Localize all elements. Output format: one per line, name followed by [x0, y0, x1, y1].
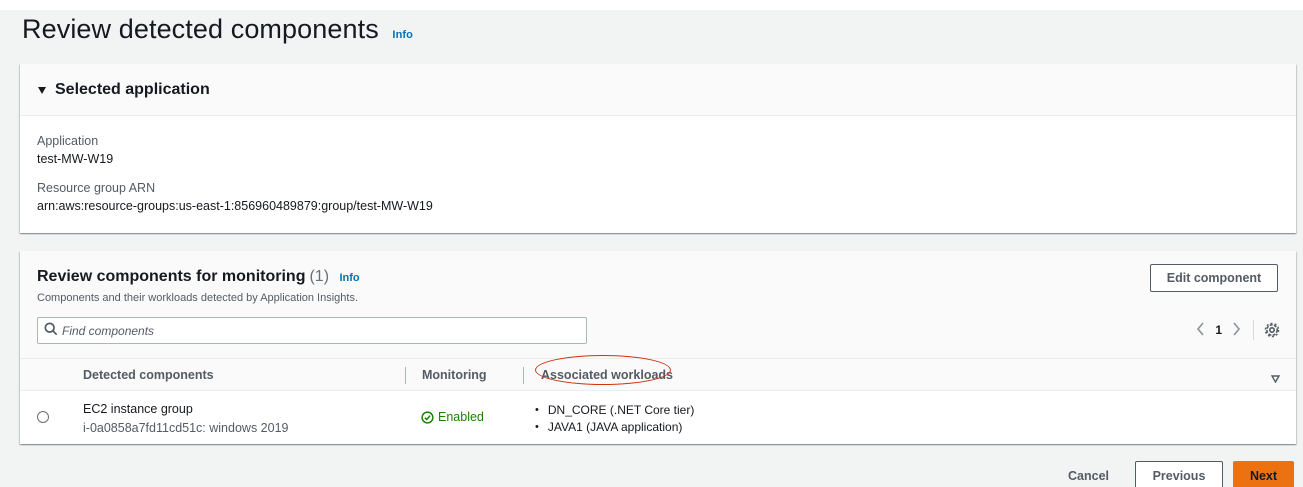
pagination-divider	[1253, 320, 1254, 340]
monitoring-status: Enabled	[421, 410, 484, 424]
annotation-highlight	[535, 355, 671, 385]
column-detected-components[interactable]: Detected components	[83, 368, 214, 382]
list-item: DN_CORE (.NET Core tier)	[535, 401, 694, 418]
application-field: Application test-MW-W19	[37, 134, 113, 166]
components-subtitle: Components and their workloads detected …	[37, 292, 359, 304]
components-panel: Review components for monitoring (1) Info…	[20, 251, 1296, 444]
component-detail: i-0a0858a7fd11cd51c: windows 2019	[83, 421, 289, 435]
application-label: Application	[37, 134, 99, 148]
page-info-link[interactable]: Info	[392, 29, 413, 41]
chevron-left-icon[interactable]	[1196, 321, 1205, 339]
components-title: Review components for monitoring (1) Info	[37, 268, 360, 286]
selected-application-panel: Selected application Application test-MW…	[20, 64, 1296, 233]
selected-application-title: Selected application	[55, 80, 210, 98]
top-strip	[0, 0, 1303, 10]
edit-component-button[interactable]: Edit component	[1150, 264, 1278, 292]
wizard-footer: Cancel Previous Next	[1068, 461, 1294, 487]
caret-down-icon	[38, 86, 46, 94]
search-icon	[44, 322, 58, 339]
component-name: EC2 instance group	[83, 402, 193, 416]
check-circle-icon	[421, 410, 434, 424]
page-title-text: Review detected components	[22, 14, 379, 44]
search-box	[37, 317, 587, 344]
pagination: 1	[1196, 319, 1280, 341]
gear-icon[interactable]	[1264, 322, 1280, 338]
resource-group-arn-label: Resource group ARN	[37, 181, 156, 195]
column-monitoring[interactable]: Monitoring	[422, 368, 487, 382]
page-title: Review detected components Info	[22, 14, 413, 45]
list-item: JAVA1 (JAVA application)	[535, 418, 694, 435]
application-value: test-MW-W19	[37, 152, 114, 166]
column-divider[interactable]	[405, 367, 406, 384]
table-row: EC2 instance group i-0a0858a7fd11cd51c: …	[20, 392, 1296, 444]
resource-group-arn-value: arn:aws:resource-groups:us-east-1:856960…	[37, 199, 433, 213]
previous-button[interactable]: Previous	[1135, 461, 1223, 487]
components-info-link[interactable]: Info	[339, 272, 359, 284]
page-number[interactable]: 1	[1215, 323, 1222, 337]
row-select-radio[interactable]	[37, 411, 49, 423]
chevron-right-icon[interactable]	[1232, 321, 1241, 339]
search-input[interactable]	[62, 323, 562, 338]
components-count: (1)	[309, 268, 330, 285]
workload-list: DN_CORE (.NET Core tier) JAVA1 (JAVA app…	[535, 401, 694, 435]
column-divider[interactable]	[523, 367, 524, 384]
resource-group-arn-field: Resource group ARN arn:aws:resource-grou…	[37, 181, 433, 213]
sort-down-icon[interactable]	[1270, 370, 1281, 386]
monitoring-status-label: Enabled	[438, 410, 484, 424]
components-title-text: Review components for monitoring	[37, 268, 306, 285]
cancel-button[interactable]: Cancel	[1068, 469, 1109, 483]
next-button[interactable]: Next	[1233, 461, 1294, 487]
selected-application-toggle[interactable]: Selected application	[20, 64, 1296, 116]
